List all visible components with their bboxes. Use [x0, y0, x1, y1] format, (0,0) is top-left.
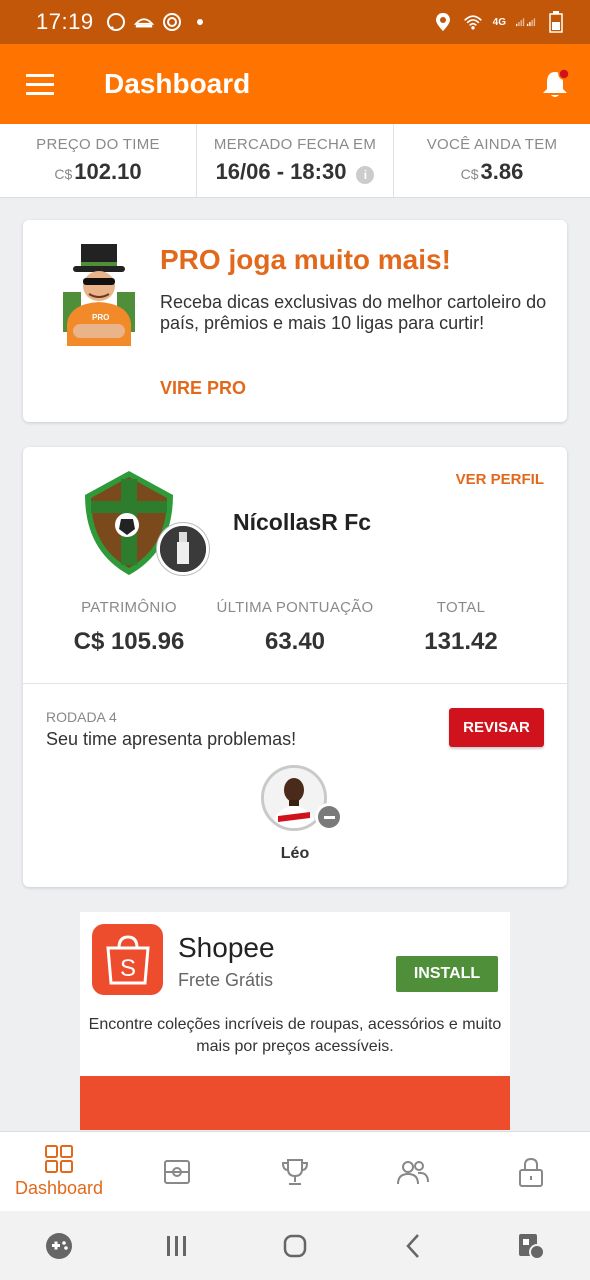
team-card: VER PERFIL NícollasR Fc PATRIMÔNIO C$ 10… — [23, 447, 567, 887]
divider — [23, 683, 567, 684]
pro-promo-card: PRO PRO joga muito mais! Receba dicas ex… — [23, 220, 567, 422]
stat-patrimonio: PATRIMÔNIO C$ 105.96 — [23, 599, 235, 656]
bottom-navigation: Dashboard — [0, 1131, 590, 1211]
player-name: Léo — [280, 845, 310, 862]
nav-locked[interactable] — [472, 1132, 590, 1211]
remove-player-button[interactable] — [315, 803, 343, 831]
whatsapp-icon — [106, 12, 126, 32]
pro-mascot-icon: PRO — [63, 244, 135, 346]
stat-value: 131.42 — [424, 628, 498, 655]
team-price-value: 102.10 — [74, 159, 142, 184]
stat-label: PATRIMÔNIO — [81, 599, 177, 616]
stat-value: C$ 105.96 — [73, 628, 185, 655]
stat-label: TOTAL — [436, 599, 486, 616]
team-name: NícollasR Fc — [233, 509, 372, 535]
nav-dashboard-label: Dashboard — [14, 1178, 104, 1198]
trophy-icon — [281, 1158, 309, 1185]
gamepad-icon — [46, 1232, 72, 1259]
dashboard-icon — [45, 1145, 73, 1173]
system-navigation-bar — [0, 1211, 590, 1280]
nav-dashboard[interactable]: Dashboard — [0, 1132, 118, 1211]
remaining-balance: VOCÊ AINDA TEM C$ 3.86 — [394, 124, 590, 197]
dot-icon — [190, 12, 210, 32]
page-title: Dashboard — [104, 68, 251, 99]
remaining-balance-value: 3.86 — [480, 159, 524, 184]
pro-description: Receba dicas exclusivas do melhor cartol… — [160, 292, 547, 333]
vire-pro-link[interactable]: VIRE PRO — [160, 378, 246, 399]
app-icon — [162, 12, 182, 32]
lock-icon — [519, 1157, 543, 1187]
signal-icon — [516, 12, 536, 32]
recent-apps-icon — [167, 1235, 186, 1256]
battery-icon — [546, 11, 566, 33]
team-problem-text: Seu time apresenta problemas! — [46, 729, 297, 749]
ad-banner — [80, 1076, 510, 1130]
market-close-value: 16/06 - 18:30 — [215, 159, 347, 184]
ver-perfil-link[interactable]: VER PERFIL — [456, 471, 544, 488]
ad-title: Shopee — [178, 932, 275, 963]
stat-label: ÚLTIMA PONTUAÇÃO — [216, 599, 374, 616]
market-close: MERCADO FECHA EM 16/06 - 18:30 i — [197, 124, 394, 197]
game-launcher-button[interactable] — [39, 1226, 79, 1266]
accessibility-button[interactable] — [511, 1226, 551, 1266]
home-button[interactable] — [275, 1226, 315, 1266]
notification-icon — [133, 12, 154, 32]
home-icon — [283, 1234, 307, 1257]
remaining-balance-label: VOCÊ AINDA TEM — [426, 136, 558, 153]
info-icon[interactable]: i — [356, 166, 375, 184]
round-label: RODADA 4 — [46, 709, 117, 725]
team-price: PREÇO DO TIME C$ 102.10 — [0, 124, 197, 197]
recent-apps-button[interactable] — [157, 1226, 197, 1266]
back-icon — [406, 1233, 419, 1258]
ad-subtitle: Frete Grátis — [178, 970, 274, 990]
network-label: 4G — [492, 16, 506, 28]
field-icon — [164, 1159, 190, 1184]
remaining-balance-currency: C$ — [460, 166, 479, 182]
coach-avatar — [157, 523, 209, 575]
team-stats: PATRIMÔNIO C$ 105.96 ÚLTIMA PONTUAÇÃO 63… — [23, 599, 567, 656]
stat-total: TOTAL 131.42 — [355, 599, 567, 656]
stat-ultima-pontuacao: ÚLTIMA PONTUAÇÃO 63.40 — [216, 599, 373, 656]
pro-title: PRO joga muito mais! — [160, 244, 451, 275]
app-bar: Dashboard — [0, 44, 590, 124]
nav-leagues[interactable] — [236, 1132, 354, 1211]
minus-icon — [318, 806, 340, 828]
ad-description: Encontre coleções incríveis de roupas, a… — [88, 1016, 502, 1055]
market-info-strip: PREÇO DO TIME C$ 102.10 MERCADO FECHA EM… — [0, 124, 590, 198]
nav-team-field[interactable] — [118, 1132, 236, 1211]
menu-button[interactable] — [0, 44, 80, 124]
svg-text:PRO: PRO — [92, 313, 109, 322]
shopee-logo-letter: S — [119, 955, 135, 982]
hamburger-icon — [26, 74, 54, 95]
review-button[interactable]: REVISAR — [449, 708, 544, 747]
nav-friends[interactable] — [354, 1132, 472, 1211]
bell-icon — [543, 68, 570, 97]
team-price-currency: C$ — [54, 166, 73, 182]
status-time: 17:19 — [36, 9, 94, 34]
shopee-logo-icon: S — [92, 924, 163, 995]
accessibility-icon — [519, 1233, 545, 1260]
stat-value: 63.40 — [264, 628, 326, 655]
back-button[interactable] — [393, 1226, 433, 1266]
location-icon — [433, 12, 453, 32]
notifications-button[interactable] — [520, 44, 590, 124]
market-close-label: MERCADO FECHA EM — [213, 136, 377, 153]
wifi-icon — [463, 12, 483, 32]
people-icon — [397, 1160, 429, 1184]
team-price-label: PREÇO DO TIME — [36, 136, 160, 153]
status-bar: 17:19 4G — [0, 0, 590, 44]
shopee-ad[interactable]: S Shopee Frete Grátis INSTALL Encontre c… — [80, 912, 510, 1130]
install-button[interactable]: INSTALL — [396, 956, 498, 992]
